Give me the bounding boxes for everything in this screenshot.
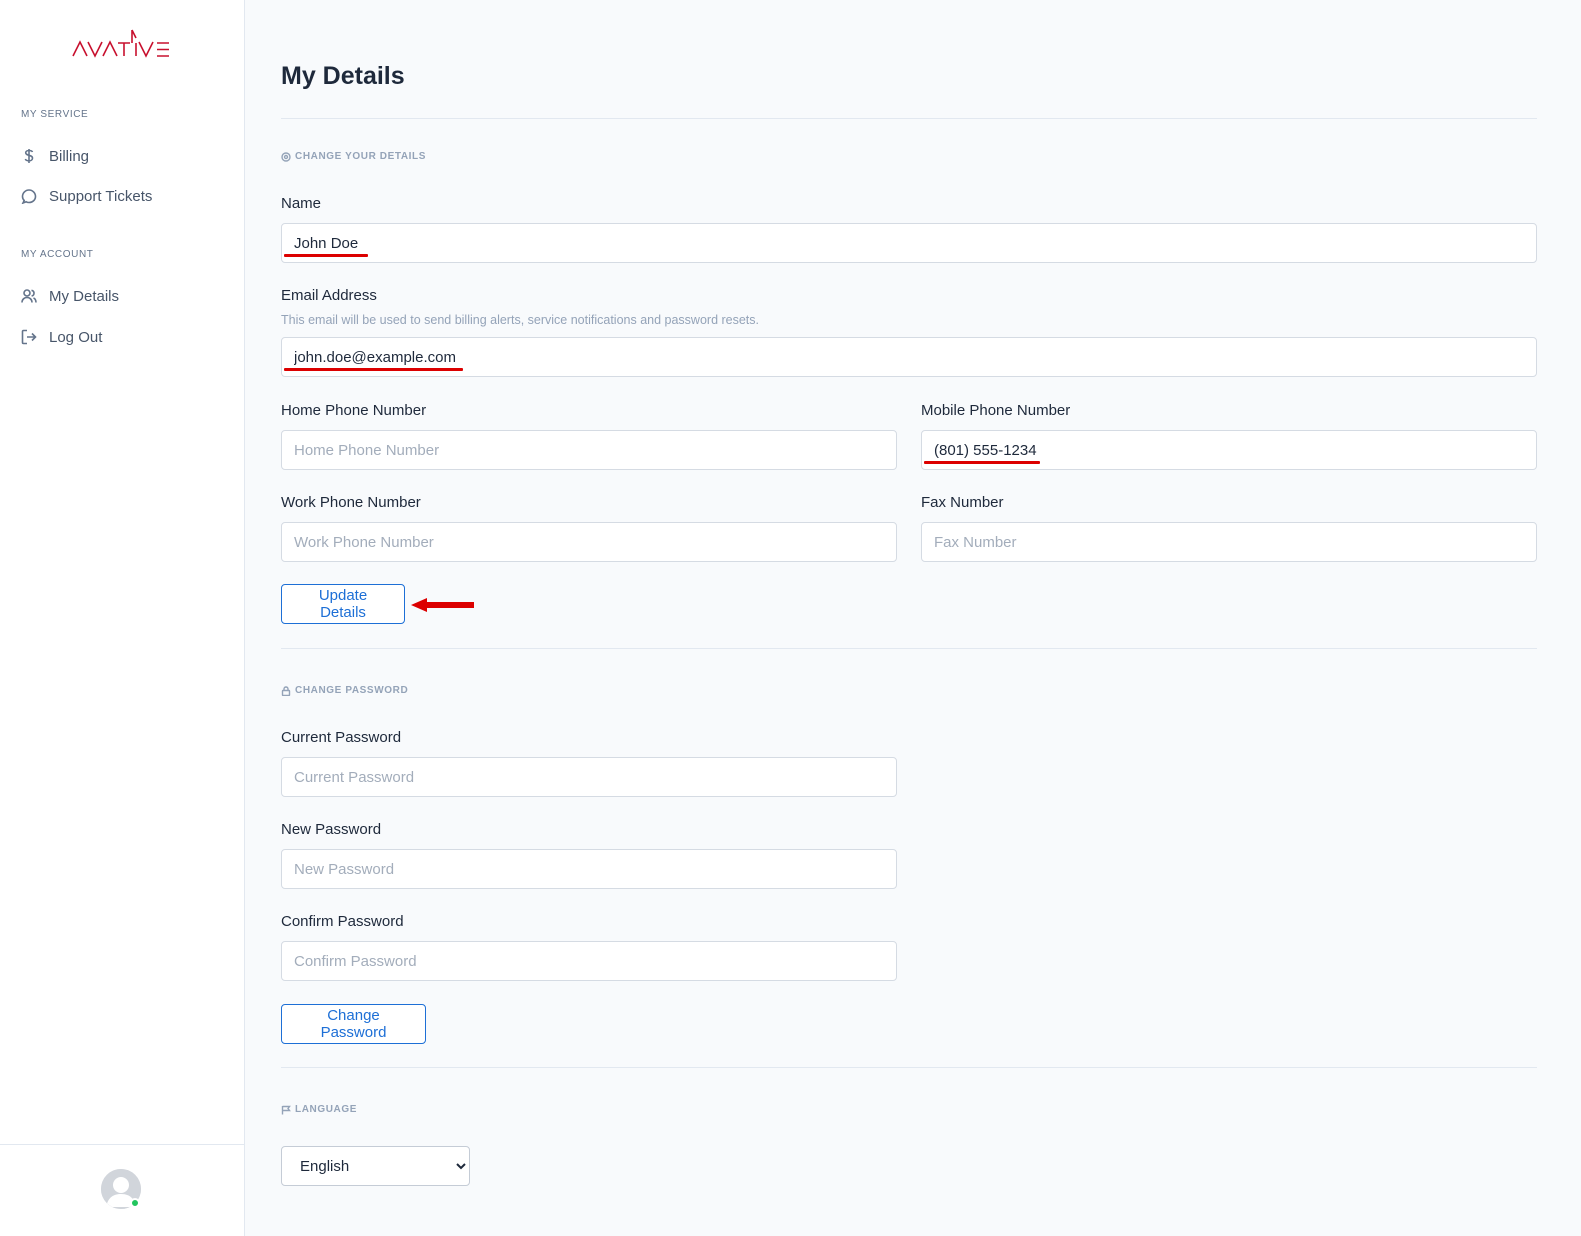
chat-bubble-icon [21,189,37,204]
settings-circle-icon [281,151,291,162]
sidebar-item-label: Support Tickets [49,187,153,205]
name-label: Name [281,195,322,212]
fax-input[interactable] [921,522,1537,562]
annotation-underline [284,254,368,257]
confirm-password-input[interactable] [281,941,897,981]
new-password-label: New Password [281,821,382,838]
sidebar: MY SERVICE Billing Support Tickets MY AC… [0,0,245,1236]
divider [281,1067,1537,1068]
update-details-button[interactable]: Update Details [281,584,405,624]
mobile-phone-label: Mobile Phone Number [921,402,1071,419]
annotation-underline [924,461,1040,464]
section-label-change-password: CHANGE PASSWORD [281,685,408,696]
dollar-icon [24,149,34,163]
users-icon [21,289,37,303]
confirm-password-label: Confirm Password [281,913,404,930]
page-title: My Details [281,62,405,90]
nav-heading-my-service: MY SERVICE [21,109,89,120]
change-password-button[interactable]: Change Password [281,1004,426,1044]
divider [281,118,1537,119]
sidebar-item-support-tickets[interactable]: Support Tickets [21,183,221,209]
sidebar-item-billing[interactable]: Billing [21,143,221,169]
sidebar-item-my-details[interactable]: My Details [21,283,221,309]
section-label-text: CHANGE YOUR DETAILS [295,151,427,162]
logout-icon [21,329,37,345]
work-phone-label: Work Phone Number [281,494,421,511]
new-password-input[interactable] [281,849,897,889]
email-input[interactable] [281,337,1537,377]
divider [281,648,1537,649]
sidebar-item-label: My Details [49,287,120,305]
section-label-change-details: CHANGE YOUR DETAILS [281,151,426,162]
sidebar-footer [0,1144,244,1236]
home-phone-input[interactable] [281,430,897,470]
mobile-phone-input[interactable] [921,430,1537,470]
avative-logo[interactable] [72,28,172,62]
language-select[interactable]: English [281,1146,470,1186]
sidebar-item-label: Billing [49,147,90,165]
nav-heading-my-account: MY ACCOUNT [21,249,94,260]
sidebar-item-label: Log Out [49,328,103,346]
home-phone-label: Home Phone Number [281,402,427,419]
fax-label: Fax Number [921,494,1004,511]
section-label-text: CHANGE PASSWORD [295,685,409,696]
work-phone-input[interactable] [281,522,897,562]
annotation-underline [284,368,463,371]
main-content: My Details CHANGE YOUR DETAILS Name Emai… [281,0,1537,1236]
name-input[interactable] [281,223,1537,263]
email-help-text: This email will be used to send billing … [281,313,760,327]
annotation-arrow-icon [411,598,474,612]
current-password-input[interactable] [281,757,897,797]
flag-icon [281,1105,291,1114]
online-status-dot [130,1198,140,1208]
section-label-language: LANGUAGE [281,1104,357,1115]
lock-icon [281,685,291,696]
sidebar-item-log-out[interactable]: Log Out [21,324,221,350]
section-label-text: LANGUAGE [295,1104,358,1115]
current-password-label: Current Password [281,729,402,746]
email-label: Email Address [281,287,377,304]
